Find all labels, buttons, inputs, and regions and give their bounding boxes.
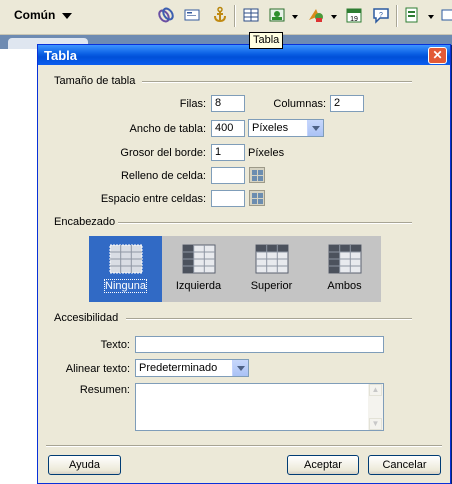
- dialog-title: Tabla: [44, 48, 77, 63]
- chevron-down-icon[interactable]: [62, 13, 72, 19]
- cell-padding-grid-icon[interactable]: [249, 167, 265, 183]
- cell-padding-input[interactable]: [211, 167, 245, 184]
- table-width-input[interactable]: 400: [211, 120, 245, 137]
- toolbar-separator: [396, 5, 398, 27]
- table-icon[interactable]: [242, 6, 260, 24]
- tag-chooser-icon[interactable]: [440, 6, 452, 24]
- named-anchor-icon[interactable]: [211, 6, 229, 24]
- rows-input[interactable]: 8: [211, 95, 245, 112]
- section-table-size: Tamaño de tabla: [54, 75, 136, 87]
- align-caption-value: Predeterminado: [139, 362, 218, 374]
- template-icon[interactable]: [403, 6, 421, 24]
- summary-label: Resumen:: [79, 384, 130, 396]
- table-no-header-icon: [109, 244, 143, 274]
- header-option-label: Ninguna: [104, 279, 147, 293]
- align-caption-label: Alinear texto:: [65, 363, 130, 375]
- columns-label: Columnas:: [273, 98, 326, 110]
- document-area: [0, 49, 38, 484]
- email-link-icon[interactable]: [183, 6, 201, 24]
- category-selector[interactable]: Común: [14, 8, 55, 22]
- scroll-down-icon[interactable]: ▼: [369, 418, 382, 430]
- cell-padding-label: Relleno de celda:: [120, 170, 206, 182]
- header-option-label: Izquierda: [175, 280, 222, 292]
- template-dropdown-chevron-icon[interactable]: [428, 15, 434, 19]
- table-dialog: Tabla ✕ Tamaño de tabla Filas: 8 Columna…: [37, 44, 451, 484]
- header-option-none[interactable]: Ninguna: [89, 236, 162, 302]
- media-dropdown-chevron-icon[interactable]: [331, 15, 337, 19]
- insert-toolbar: Común 19 ?: [0, 0, 452, 35]
- chevron-down-icon[interactable]: [307, 120, 323, 136]
- tooltip: Tabla: [249, 32, 284, 49]
- border-thickness-label: Grosor del borde:: [120, 147, 206, 159]
- header-option-label: Superior: [250, 280, 293, 292]
- width-unit-select[interactable]: Píxeles: [248, 119, 324, 137]
- table-both-header-icon: [328, 244, 362, 274]
- header-option-both[interactable]: Ambos: [308, 236, 381, 302]
- divider: [46, 445, 442, 447]
- section-accessibility: Accesibilidad: [54, 312, 119, 324]
- cell-spacing-input[interactable]: [211, 190, 245, 207]
- summary-scrollbar[interactable]: ▲ ▼: [368, 384, 383, 430]
- header-options: Ninguna Izquierda Superior Ambos: [89, 236, 381, 302]
- cell-spacing-grid-icon[interactable]: [249, 190, 265, 206]
- ok-button[interactable]: Aceptar: [287, 455, 359, 475]
- help-button[interactable]: Ayuda: [48, 455, 121, 475]
- svg-text:19: 19: [350, 16, 358, 23]
- divider: [142, 81, 412, 83]
- divider: [118, 222, 412, 224]
- border-thickness-input[interactable]: 1: [211, 144, 245, 161]
- close-icon[interactable]: ✕: [428, 47, 447, 64]
- columns-input[interactable]: 2: [330, 95, 364, 112]
- border-unit-label: Píxeles: [248, 147, 285, 159]
- summary-textarea[interactable]: ▲ ▼: [135, 383, 384, 431]
- media-icon[interactable]: [307, 6, 325, 24]
- chevron-down-icon[interactable]: [232, 360, 248, 376]
- table-left-header-icon: [182, 244, 216, 274]
- caption-label: Texto:: [100, 339, 130, 351]
- header-option-label: Ambos: [327, 280, 362, 292]
- scroll-up-icon[interactable]: ▲: [369, 384, 382, 396]
- comment-icon[interactable]: ?: [372, 6, 390, 24]
- date-icon[interactable]: 19: [345, 6, 363, 24]
- section-header: Encabezado: [54, 216, 116, 228]
- rows-label: Filas:: [179, 98, 206, 110]
- caption-input[interactable]: [135, 336, 384, 353]
- width-unit-value: Píxeles: [252, 122, 289, 134]
- header-option-left[interactable]: Izquierda: [162, 236, 235, 302]
- dialog-titlebar[interactable]: Tabla ✕: [38, 45, 450, 65]
- svg-text:?: ?: [379, 12, 383, 19]
- align-caption-select[interactable]: Predeterminado: [135, 359, 249, 377]
- image-dropdown-chevron-icon[interactable]: [292, 15, 298, 19]
- table-width-label: Ancho de tabla:: [129, 123, 206, 135]
- hyperlink-icon[interactable]: [157, 6, 175, 24]
- divider: [126, 318, 412, 320]
- image-icon[interactable]: [268, 6, 286, 24]
- cancel-button[interactable]: Cancelar: [368, 455, 441, 475]
- table-top-header-icon: [255, 244, 289, 274]
- cell-spacing-label: Espacio entre celdas:: [100, 193, 206, 205]
- toolbar-separator: [234, 5, 236, 27]
- header-option-top[interactable]: Superior: [235, 236, 308, 302]
